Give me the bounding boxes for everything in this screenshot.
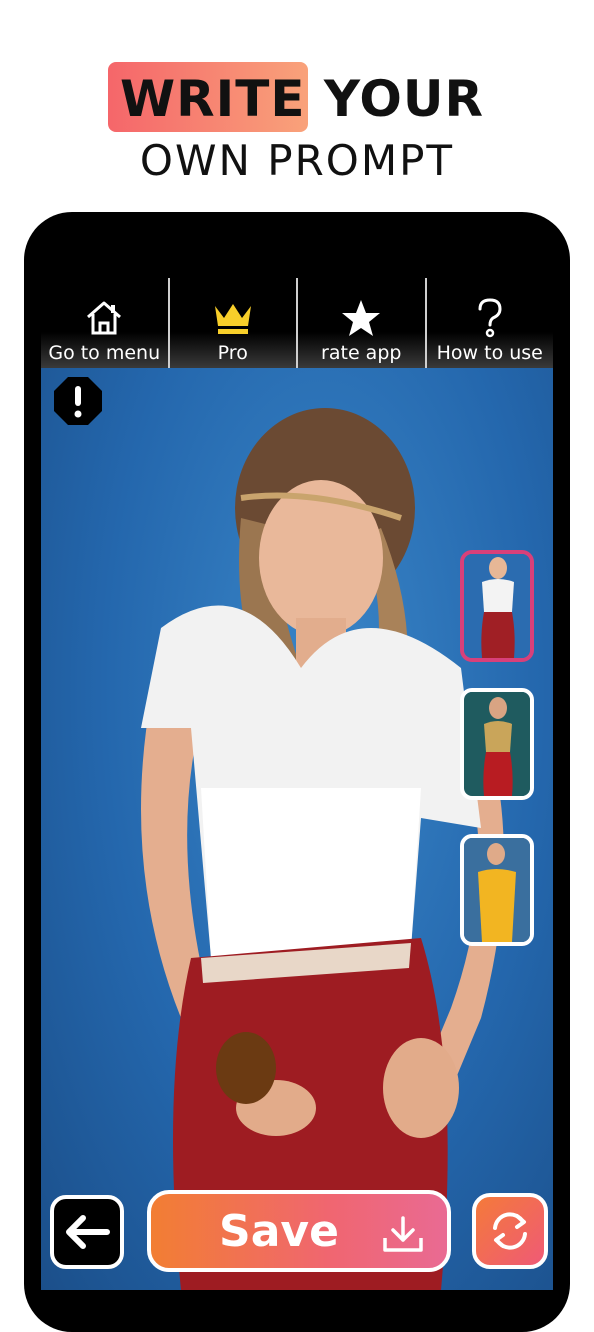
save-label: Save	[219, 1205, 339, 1257]
question-icon	[473, 296, 507, 340]
thumbnail-2[interactable]	[460, 688, 534, 800]
how-to-use-button[interactable]: How to use	[424, 278, 554, 368]
back-button[interactable]	[50, 1195, 124, 1269]
thumbnail-2-image	[464, 692, 530, 796]
star-icon	[340, 296, 382, 340]
pro-button[interactable]: Pro	[167, 278, 297, 368]
model-illustration	[141, 408, 504, 1290]
rate-app-label: rate app	[321, 342, 402, 364]
download-icon	[383, 1216, 423, 1252]
headline-line2: OWN PROMPT	[139, 136, 455, 185]
thumbnail-1[interactable]	[460, 550, 534, 662]
go-to-menu-button[interactable]: Go to menu	[41, 278, 168, 368]
arrow-left-icon	[66, 1215, 110, 1249]
exclamation-octagon-icon[interactable]	[52, 375, 104, 427]
thumbnail-3[interactable]	[460, 834, 534, 946]
how-to-use-label: How to use	[436, 342, 543, 364]
thumbnail-3-image	[464, 838, 530, 942]
refresh-button[interactable]	[472, 1193, 548, 1269]
refresh-icon	[493, 1212, 527, 1250]
pro-label: Pro	[217, 342, 248, 364]
thumbnail-1-image	[464, 554, 530, 658]
headline-line1: WRITE YOUR	[120, 70, 484, 128]
top-toolbar: Go to menu Pro rate app How to use	[41, 278, 553, 368]
generated-photo	[41, 368, 553, 1290]
rate-app-button[interactable]: rate app	[296, 278, 425, 368]
save-button[interactable]: Save	[147, 1190, 451, 1272]
home-icon	[84, 296, 124, 340]
go-to-menu-label: Go to menu	[48, 342, 161, 364]
crown-icon	[212, 296, 254, 340]
